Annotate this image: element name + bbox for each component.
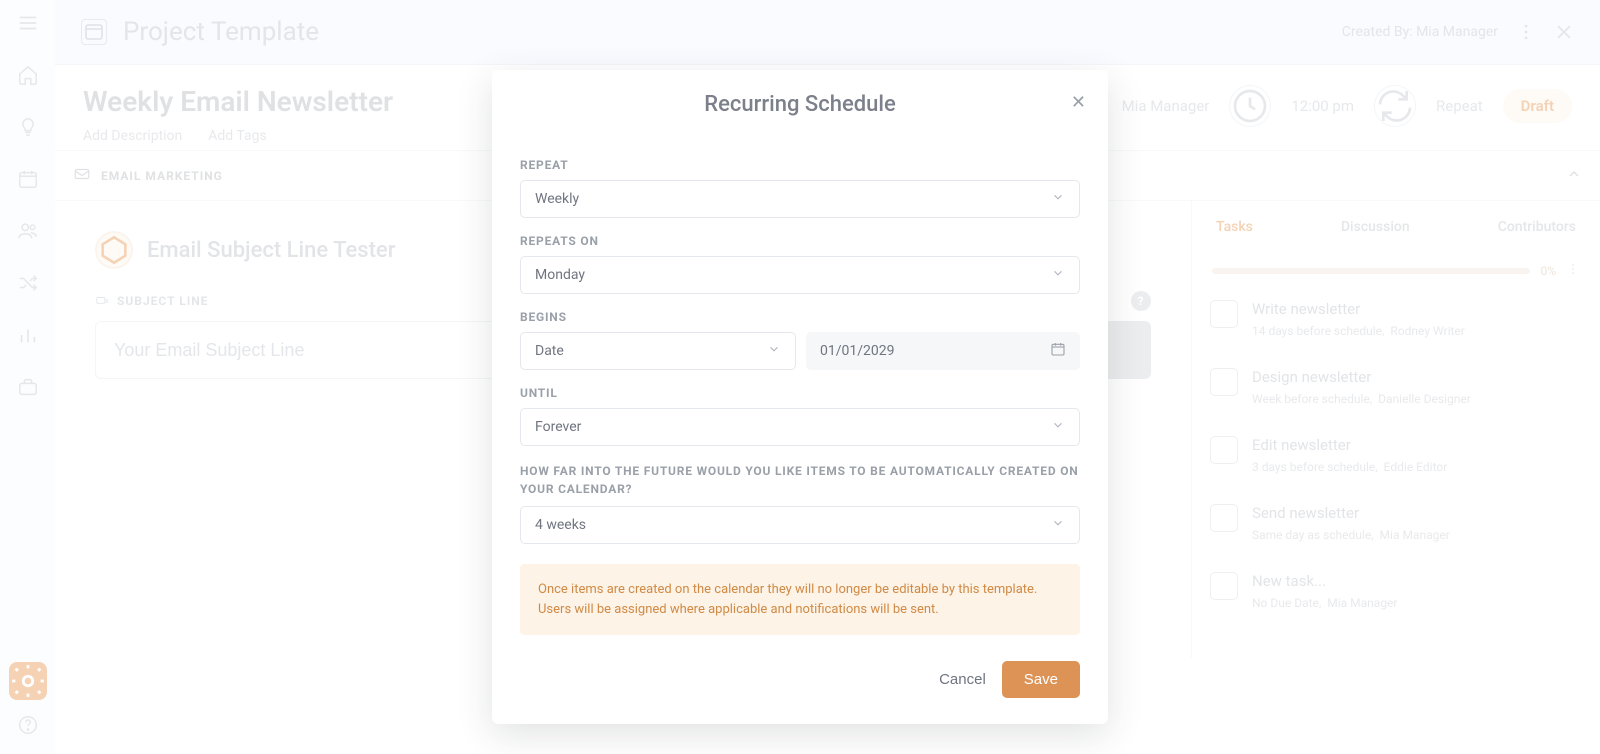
begins-type-select[interactable]: Date — [520, 332, 796, 370]
chevron-down-icon — [1051, 418, 1065, 436]
until-select[interactable]: Forever — [520, 408, 1080, 446]
begins-date-input[interactable]: 01/01/2029 — [806, 332, 1080, 370]
future-select[interactable]: 4 weeks — [520, 506, 1080, 544]
chevron-down-icon — [1051, 190, 1065, 208]
chevron-down-icon — [767, 342, 781, 360]
repeats-on-select[interactable]: Monday — [520, 256, 1080, 294]
until-field-label: UNTIL — [520, 386, 1080, 400]
recurring-schedule-modal: Recurring Schedule ✕ REPEAT Weekly REPEA… — [492, 70, 1108, 724]
modal-title: Recurring Schedule — [518, 92, 1082, 117]
save-button[interactable]: Save — [1002, 661, 1080, 698]
cancel-button[interactable]: Cancel — [939, 671, 986, 688]
repeats-on-field-label: REPEATS ON — [520, 234, 1080, 248]
chevron-down-icon — [1051, 516, 1065, 534]
repeat-select[interactable]: Weekly — [520, 180, 1080, 218]
modal-close-icon[interactable]: ✕ — [1071, 92, 1086, 113]
modal-scrim: Recurring Schedule ✕ REPEAT Weekly REPEA… — [0, 0, 1600, 754]
repeat-field-label: REPEAT — [520, 158, 1080, 172]
begins-field-label: BEGINS — [520, 310, 1080, 324]
info-note: Once items are created on the calendar t… — [520, 564, 1080, 635]
future-field-label: HOW FAR INTO THE FUTURE WOULD YOU LIKE I… — [520, 462, 1080, 498]
chevron-down-icon — [1051, 266, 1065, 284]
calendar-picker-icon[interactable] — [1050, 341, 1066, 361]
